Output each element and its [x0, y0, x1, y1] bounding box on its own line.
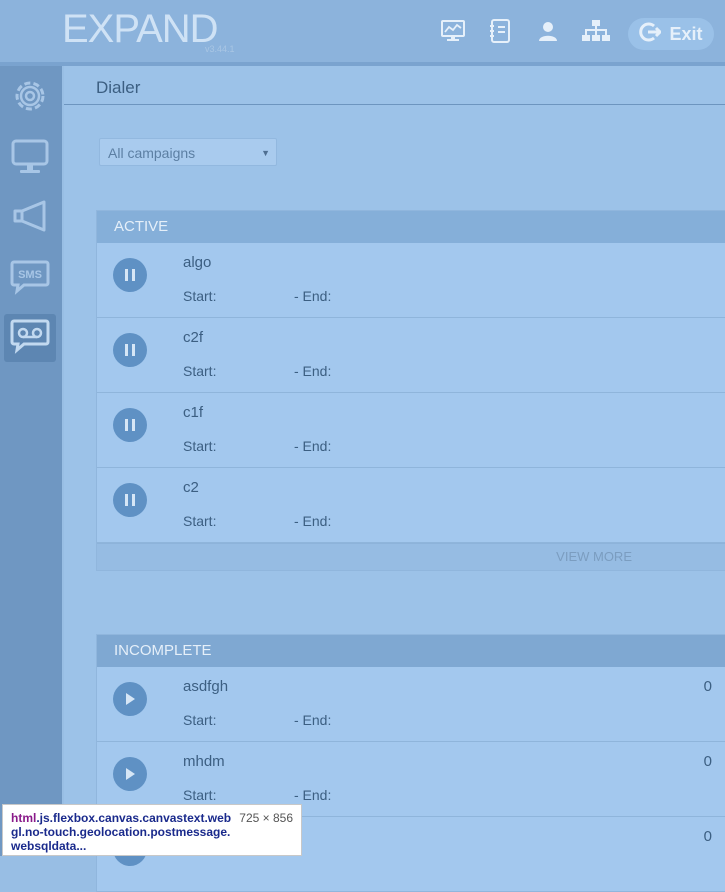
exit-icon — [639, 21, 663, 48]
exit-label: Exit — [669, 23, 703, 44]
svg-text:SMS: SMS — [18, 269, 42, 281]
pause-icon — [125, 269, 135, 281]
element-inspector-tooltip: html.js.flexbox.canvas.canvastext.webgl.… — [2, 804, 302, 856]
gear-icon — [10, 76, 50, 121]
start-label: Start: — [183, 438, 217, 454]
tooltip-classes: .js.flexbox.canvas.canvastext.webgl.no-t… — [11, 811, 232, 853]
main-content: Dialer All campaigns ▼ ACTIVE algo Start… — [64, 66, 725, 892]
start-label: Start: — [183, 363, 217, 379]
campaign-name[interactable]: c2f — [183, 329, 203, 346]
campaign-select-value: All campaigns — [108, 145, 196, 161]
page-title: Dialer — [96, 78, 141, 97]
sms-icon: SMS — [10, 256, 50, 301]
tooltip-selector: html.js.flexbox.canvas.canvastext.webgl.… — [11, 811, 233, 853]
campaign-row: c2f Start: - End: — [97, 318, 725, 393]
pause-icon — [125, 419, 135, 431]
end-label: - End: — [294, 787, 332, 803]
logo-text: EXPAND — [62, 7, 219, 51]
sidebar-item-settings[interactable] — [4, 74, 56, 122]
chevron-down-icon: ▼ — [261, 148, 270, 158]
start-label: Start: — [183, 787, 217, 803]
org-chart-icon[interactable] — [580, 15, 612, 47]
pause-button[interactable] — [113, 258, 147, 292]
end-label: - End: — [294, 363, 332, 379]
start-label: Start: — [183, 288, 217, 304]
version-label: v3.44.1 — [205, 44, 235, 54]
view-more-link[interactable]: VIEW MORE — [97, 543, 725, 570]
voicemail-icon — [10, 316, 50, 361]
campaign-name[interactable]: c2 — [183, 479, 199, 496]
campaign-row: c2 Start: - End: — [97, 468, 725, 543]
active-heading: ACTIVE — [97, 211, 725, 243]
end-label: - End: — [294, 513, 332, 529]
play-icon — [126, 693, 135, 705]
play-icon — [126, 768, 135, 780]
campaign-row: asdfgh Start: - End: 0 — [97, 667, 725, 742]
campaign-name[interactable]: asdfgh — [183, 678, 228, 695]
address-book-icon[interactable] — [484, 15, 516, 47]
megaphone-icon — [10, 196, 50, 241]
campaign-select[interactable]: All campaigns ▼ — [99, 138, 277, 166]
monitor-icon — [10, 136, 50, 181]
sidebar-item-monitor[interactable] — [4, 134, 56, 182]
start-label: Start: — [183, 513, 217, 529]
exit-button[interactable]: Exit — [628, 18, 714, 50]
end-label: - End: — [294, 438, 332, 454]
user-icon[interactable] — [532, 15, 564, 47]
campaign-name[interactable]: algo — [183, 254, 211, 271]
play-button[interactable] — [113, 682, 147, 716]
active-panel: ACTIVE algo Start: - End: c2f Start: - E… — [96, 210, 725, 571]
tooltip-dimensions: 725 × 856 — [239, 811, 293, 825]
pause-button[interactable] — [113, 333, 147, 367]
start-label: Start: — [183, 712, 217, 728]
monitor-chart-icon[interactable] — [437, 15, 469, 47]
sidebar-item-voicemail[interactable] — [4, 314, 56, 362]
campaign-name[interactable]: mhdm — [183, 753, 225, 770]
pause-button[interactable] — [113, 483, 147, 517]
pause-icon — [125, 344, 135, 356]
pause-button[interactable] — [113, 408, 147, 442]
pause-icon — [125, 494, 135, 506]
top-bar: EXPAND v3.44.1 Exit — [0, 0, 725, 66]
campaign-row: c1f Start: - End: — [97, 393, 725, 468]
sidebar-item-campaigns[interactable] — [4, 194, 56, 242]
campaign-count: 0 — [703, 753, 712, 770]
incomplete-heading: INCOMPLETE — [97, 635, 725, 667]
title-divider — [64, 104, 725, 105]
campaign-count: 0 — [703, 678, 712, 695]
end-label: - End: — [294, 712, 332, 728]
tooltip-tag: html — [11, 811, 37, 825]
play-button[interactable] — [113, 757, 147, 791]
sidebar-item-sms[interactable]: SMS — [4, 254, 56, 302]
sidebar: SMS — [0, 66, 62, 856]
campaign-count: 0 — [703, 828, 712, 845]
campaign-name[interactable]: c1f — [183, 404, 203, 421]
logo: EXPAND — [62, 5, 219, 53]
campaign-row: algo Start: - End: — [97, 243, 725, 318]
end-label: - End: — [294, 288, 332, 304]
